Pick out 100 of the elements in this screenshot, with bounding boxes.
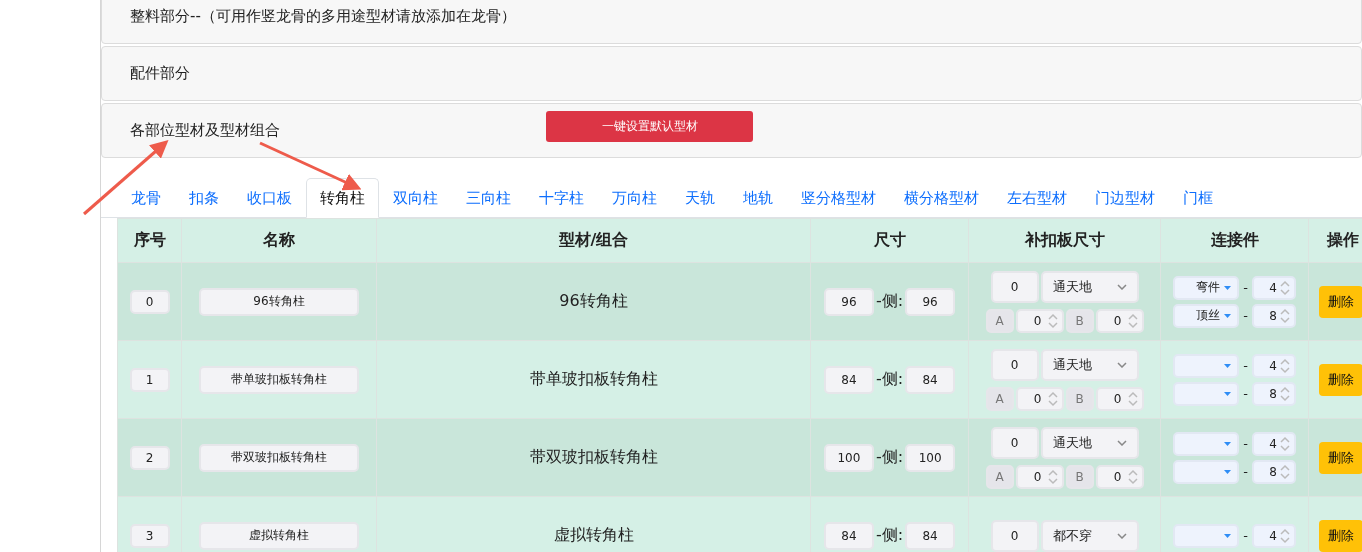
- fill-mode-select[interactable]: 都不穿: [1040, 519, 1139, 552]
- name-field[interactable]: 带双玻扣板转角柱: [199, 443, 359, 472]
- spinner-icon[interactable]: [1279, 279, 1290, 296]
- tab[interactable]: 转角柱: [306, 178, 379, 218]
- spinner-icon[interactable]: [1127, 468, 1138, 485]
- chevron-down-icon: [1116, 532, 1127, 539]
- tab[interactable]: 竖分格型材: [787, 178, 890, 218]
- tab[interactable]: 扣条: [175, 178, 233, 218]
- quantity-field[interactable]: 4: [1251, 523, 1296, 548]
- offset-label: A: [985, 308, 1014, 333]
- spinner-icon[interactable]: [1047, 312, 1058, 329]
- offset-field[interactable]: 0: [1015, 464, 1064, 489]
- name-field[interactable]: 虚拟转角柱: [199, 521, 359, 550]
- tab[interactable]: 龙骨: [117, 178, 175, 218]
- offset-label: B: [1065, 464, 1094, 489]
- dash-separator: -: [1243, 528, 1248, 543]
- column-header: 名称: [181, 218, 377, 263]
- fill-size-field[interactable]: 0: [990, 348, 1039, 381]
- size-field[interactable]: 96: [823, 287, 874, 316]
- tab[interactable]: 十字柱: [525, 178, 598, 218]
- delete-button[interactable]: 删除: [1319, 441, 1362, 474]
- tab[interactable]: 门框: [1169, 178, 1227, 218]
- dash-separator: -: [1243, 358, 1248, 373]
- section-title[interactable]: 各部位型材及型材组合: [130, 121, 546, 140]
- connector-select[interactable]: [1173, 459, 1240, 484]
- connector-select[interactable]: 弯件: [1173, 275, 1240, 300]
- offset-field[interactable]: 0: [1095, 464, 1144, 489]
- tab[interactable]: 三向柱: [452, 178, 525, 218]
- column-header: 补扣板尺寸: [968, 218, 1161, 263]
- caret-down-icon: [1224, 285, 1232, 290]
- connector-select[interactable]: [1173, 431, 1240, 456]
- spinner-icon[interactable]: [1279, 307, 1290, 324]
- side-size-field[interactable]: 84: [905, 521, 956, 550]
- quantity-field[interactable]: 4: [1251, 275, 1296, 300]
- index-field[interactable]: 2: [129, 445, 170, 470]
- fill-size-field[interactable]: 0: [990, 426, 1039, 459]
- size-field[interactable]: 84: [823, 365, 874, 394]
- column-header: 型材/组合: [376, 218, 811, 263]
- size-field[interactable]: 84: [823, 521, 874, 550]
- tab[interactable]: 门边型材: [1081, 178, 1169, 218]
- fill-mode-select[interactable]: 通天地: [1040, 348, 1139, 381]
- quantity-field[interactable]: 8: [1251, 381, 1296, 406]
- spinner-icon[interactable]: [1047, 468, 1058, 485]
- tab[interactable]: 收口板: [233, 178, 306, 218]
- chevron-down-icon: [1116, 283, 1127, 290]
- spinner-icon[interactable]: [1279, 463, 1290, 480]
- offset-field[interactable]: 0: [1095, 308, 1144, 333]
- side-size-field[interactable]: 96: [905, 287, 956, 316]
- side-size-field[interactable]: 100: [905, 443, 956, 472]
- connector-select[interactable]: 顶丝: [1173, 303, 1240, 328]
- quantity-field[interactable]: 4: [1251, 353, 1296, 378]
- connector-select[interactable]: [1173, 523, 1240, 548]
- set-default-button[interactable]: 一键设置默认型材: [546, 111, 753, 142]
- quantity-field[interactable]: 4: [1251, 431, 1296, 456]
- index-field[interactable]: 1: [129, 367, 170, 392]
- tab[interactable]: 万向柱: [598, 178, 671, 218]
- size-field[interactable]: 100: [823, 443, 874, 472]
- fill-size-field[interactable]: 0: [990, 519, 1039, 552]
- tab[interactable]: 左右型材: [993, 178, 1081, 218]
- spinner-icon[interactable]: [1279, 385, 1290, 402]
- spinner-icon[interactable]: [1047, 390, 1058, 407]
- delete-button[interactable]: 删除: [1319, 285, 1362, 318]
- spinner-icon[interactable]: [1279, 435, 1290, 452]
- dash-separator: -: [1243, 308, 1248, 323]
- spinner-icon[interactable]: [1279, 527, 1290, 544]
- section-title[interactable]: 配件部分: [130, 64, 546, 83]
- quantity-field[interactable]: 8: [1251, 459, 1296, 484]
- offset-field[interactable]: 0: [1095, 386, 1144, 411]
- spinner-icon[interactable]: [1127, 312, 1138, 329]
- tab[interactable]: 天轨: [671, 178, 729, 218]
- index-field[interactable]: 3: [129, 523, 170, 548]
- caret-down-icon: [1224, 533, 1232, 538]
- tab[interactable]: 横分格型材: [890, 178, 993, 218]
- connector-select[interactable]: [1173, 381, 1240, 406]
- caret-down-icon: [1224, 313, 1232, 318]
- section-title[interactable]: 整料部分--（可用作竖龙骨的多用途型材请放添加在龙骨）: [130, 7, 546, 26]
- chevron-down-icon: [1116, 361, 1127, 368]
- caret-down-icon: [1224, 363, 1232, 368]
- offset-label: B: [1065, 386, 1094, 411]
- spinner-icon[interactable]: [1127, 390, 1138, 407]
- fill-size-field[interactable]: 0: [990, 270, 1039, 303]
- offset-field[interactable]: 0: [1015, 386, 1064, 411]
- offset-label: A: [985, 464, 1014, 489]
- name-field[interactable]: 96转角柱: [199, 287, 359, 316]
- caret-down-icon: [1224, 391, 1232, 396]
- name-field[interactable]: 带单玻扣板转角柱: [199, 365, 359, 394]
- index-field[interactable]: 0: [129, 289, 170, 314]
- spinner-icon[interactable]: [1279, 357, 1290, 374]
- dash-separator: -: [1243, 436, 1248, 451]
- delete-button[interactable]: 删除: [1319, 519, 1362, 552]
- fill-mode-select[interactable]: 通天地: [1040, 270, 1139, 303]
- tab[interactable]: 双向柱: [379, 178, 452, 218]
- tab[interactable]: 地轨: [729, 178, 787, 218]
- side-size-field[interactable]: 84: [905, 365, 956, 394]
- quantity-field[interactable]: 8: [1251, 303, 1296, 328]
- fill-mode-select[interactable]: 通天地: [1040, 426, 1139, 459]
- offset-field[interactable]: 0: [1015, 308, 1064, 333]
- connector-select[interactable]: [1173, 353, 1240, 378]
- profile-name: 带双玻扣板转角柱: [529, 447, 658, 466]
- delete-button[interactable]: 删除: [1319, 363, 1362, 396]
